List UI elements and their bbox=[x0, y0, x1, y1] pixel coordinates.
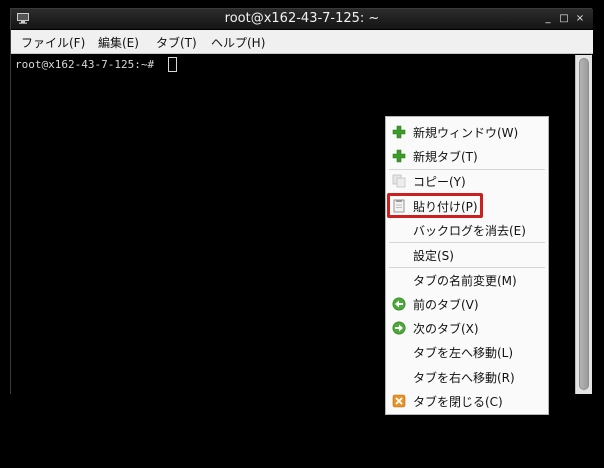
window-title: root@x162-43-7-125: ~ bbox=[224, 11, 380, 26]
plus-icon bbox=[392, 125, 406, 139]
menu-item-paste[interactable]: 貼り付け(P) bbox=[386, 194, 548, 218]
vertical-scrollbar[interactable] bbox=[575, 55, 592, 394]
menu-item-rename-tab[interactable]: タブの名前変更(M) bbox=[386, 268, 548, 292]
minimize-button[interactable]: _ bbox=[541, 12, 555, 26]
arrow-right-icon bbox=[392, 321, 406, 335]
menu-item-label: コピー(Y) bbox=[413, 175, 466, 189]
menu-item-copy[interactable]: コピー(Y) bbox=[386, 169, 548, 193]
menu-item-clear-backlog[interactable]: バックログを消去(E) bbox=[386, 218, 548, 242]
menu-bar: ファイル(F) 編集(E) タブ(T) ヘルプ(H) bbox=[11, 30, 593, 54]
copy-icon bbox=[392, 174, 406, 188]
maximize-button[interactable]: □ bbox=[557, 12, 571, 26]
text-cursor bbox=[168, 57, 177, 72]
close-tab-icon bbox=[392, 394, 406, 408]
plus-icon bbox=[392, 149, 406, 163]
menu-item-previous-tab[interactable]: 前のタブ(V) bbox=[386, 292, 548, 316]
menu-item-settings[interactable]: 設定(S) bbox=[386, 243, 548, 267]
menu-item-move-tab-left[interactable]: タブを左へ移動(L) bbox=[386, 340, 548, 364]
paste-icon bbox=[393, 199, 405, 213]
menu-item-label: タブの名前変更(M) bbox=[413, 274, 517, 288]
menu-edit[interactable]: 編集(E) bbox=[98, 34, 139, 51]
menu-tabs[interactable]: タブ(T) bbox=[156, 34, 197, 51]
menu-item-label: バックログを消去(E) bbox=[413, 224, 526, 238]
menu-item-label: 貼り付け(P) bbox=[413, 200, 478, 214]
menu-item-label: タブを閉じる(C) bbox=[413, 395, 503, 409]
menu-item-label: 設定(S) bbox=[413, 249, 454, 263]
menu-item-new-window[interactable]: 新規ウィンドウ(W) bbox=[386, 120, 548, 144]
menu-item-new-tab[interactable]: 新規タブ(T) bbox=[386, 144, 548, 168]
menu-item-next-tab[interactable]: 次のタブ(X) bbox=[386, 316, 548, 340]
menu-item-label: タブを左へ移動(L) bbox=[413, 346, 514, 360]
shell-prompt: root@x162-43-7-125:~# bbox=[15, 58, 155, 71]
scrollbar-thumb[interactable] bbox=[579, 58, 589, 390]
menu-file[interactable]: ファイル(F) bbox=[21, 34, 85, 51]
context-menu: 新規ウィンドウ(W) 新規タブ(T) コピー(Y) 貼り付け(P) バックログを… bbox=[385, 116, 549, 415]
menu-item-label: 新規ウィンドウ(W) bbox=[413, 126, 519, 140]
menu-item-label: タブを右へ移動(R) bbox=[413, 371, 515, 385]
menu-help[interactable]: ヘルプ(H) bbox=[211, 34, 265, 51]
title-bar[interactable]: root@x162-43-7-125: ~ _ □ × bbox=[11, 9, 593, 30]
menu-item-move-tab-right[interactable]: タブを右へ移動(R) bbox=[386, 365, 548, 389]
menu-item-label: 前のタブ(V) bbox=[413, 298, 479, 312]
menu-item-label: 次のタブ(X) bbox=[413, 322, 479, 336]
menu-item-close-tab[interactable]: タブを閉じる(C) bbox=[386, 389, 548, 413]
menu-item-label: 新規タブ(T) bbox=[413, 150, 478, 164]
close-button[interactable]: × bbox=[573, 12, 587, 26]
arrow-left-icon bbox=[392, 297, 406, 311]
